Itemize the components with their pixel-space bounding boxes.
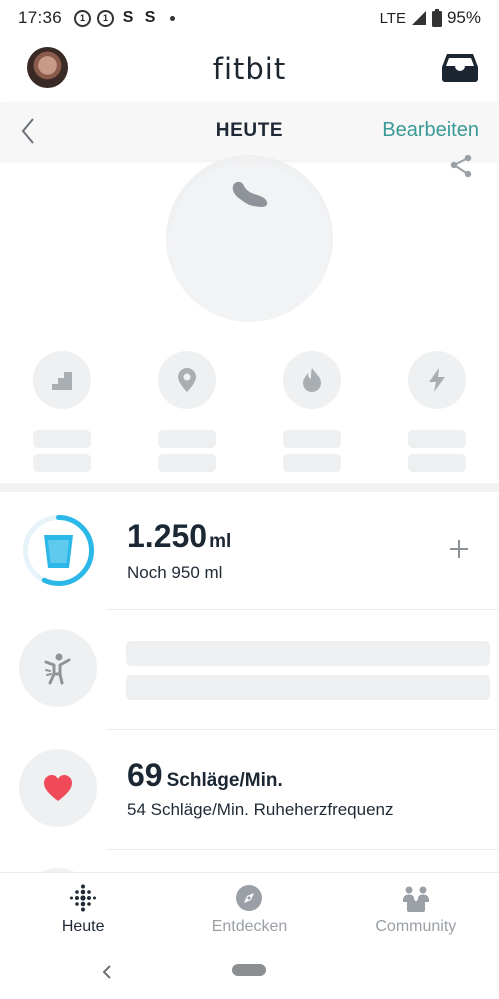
- heart-icon: [44, 775, 72, 801]
- stat-circle: [283, 351, 341, 409]
- system-navigation-bar: [0, 945, 499, 999]
- inbox-icon[interactable]: [441, 51, 479, 83]
- page-title: HEUTE: [215, 120, 284, 141]
- status-time: 17:36: [18, 8, 63, 27]
- bottom-navigation: Heute Entdecken Community: [0, 872, 499, 945]
- app-header: fitbit: [0, 36, 499, 102]
- heart-rate-unit: Schläge/Min.: [166, 770, 283, 791]
- tile-divider: [106, 609, 499, 610]
- stat-circle: [33, 351, 91, 409]
- heart-rate-value: 69 Schläge/Min.: [127, 757, 283, 794]
- stat-circle: [408, 351, 466, 409]
- user-avatar[interactable]: [27, 47, 68, 88]
- loading-placeholder: [158, 430, 216, 448]
- stat-floors[interactable]: [33, 351, 93, 409]
- heart-rate-number: 69: [127, 757, 163, 793]
- loading-placeholder: [408, 430, 466, 448]
- loading-placeholder: [158, 454, 216, 472]
- more-notifications-dot: [170, 15, 176, 21]
- loading-placeholder: [283, 454, 341, 472]
- water-unit: ml: [209, 531, 232, 552]
- edit-button[interactable]: Bearbeiten: [382, 119, 479, 142]
- nav-label: Entdecken: [211, 918, 288, 935]
- s-icon: S: [144, 9, 156, 26]
- stat-distance[interactable]: [158, 351, 218, 409]
- tagesschau-icon: 1: [74, 9, 92, 27]
- activity-circle: [19, 629, 97, 707]
- flame-icon: [303, 368, 321, 392]
- tagesschau-icon: 1: [97, 9, 115, 27]
- status-bar: 17:36 1 1 S S LTE 95%: [0, 0, 499, 36]
- water-remaining: Noch 950 ml: [127, 563, 223, 582]
- s-icon: S: [122, 9, 134, 26]
- active-person-icon: [44, 653, 71, 685]
- heart-circle: [19, 749, 97, 827]
- status-right: LTE 95%: [380, 8, 481, 28]
- tile-divider: [106, 849, 499, 850]
- water-value: 1.250 ml: [127, 518, 231, 555]
- notification-icons: 1 1 S S: [74, 9, 176, 27]
- network-label: LTE: [379, 9, 406, 27]
- water-progress-ring: [23, 515, 94, 586]
- stat-calories[interactable]: [283, 351, 343, 409]
- nav-community[interactable]: Community: [333, 873, 499, 945]
- back-chevron-icon[interactable]: [18, 116, 38, 146]
- fitbit-dots-icon: [68, 884, 98, 912]
- water-amount: 1.250: [127, 518, 208, 554]
- tile-divider: [106, 729, 499, 730]
- system-back-icon[interactable]: [100, 962, 114, 982]
- loading-placeholder: [33, 430, 91, 448]
- loading-placeholder: [126, 641, 490, 666]
- add-water-button[interactable]: [447, 537, 471, 561]
- battery-percent: 95%: [446, 8, 481, 27]
- loading-placeholder: [408, 454, 466, 472]
- compass-icon: [234, 884, 264, 912]
- share-icon[interactable]: [449, 155, 473, 179]
- resting-heart-rate: 54 Schläge/Min. Ruheherzfrequenz: [127, 800, 394, 819]
- stat-circle: [158, 351, 216, 409]
- nav-heute[interactable]: Heute: [0, 873, 166, 945]
- system-home-pill[interactable]: [232, 964, 266, 976]
- section-divider: [0, 483, 499, 492]
- loading-placeholder: [126, 675, 490, 700]
- nav-label: Community: [375, 918, 457, 935]
- location-pin-icon: [178, 368, 196, 392]
- signal-icon: [411, 11, 426, 25]
- loading-placeholder: [33, 454, 91, 472]
- nav-label: Heute: [61, 918, 105, 935]
- community-icon: [401, 884, 431, 912]
- fitbit-logo: fitbit: [212, 52, 287, 86]
- loading-placeholder: [283, 430, 341, 448]
- water-glass-icon: [44, 535, 73, 568]
- lightning-icon: [429, 368, 445, 392]
- battery-icon: [431, 9, 442, 27]
- shoe-icon: [232, 181, 268, 207]
- stat-active-minutes[interactable]: [408, 351, 468, 409]
- subheader: HEUTE Bearbeiten: [0, 102, 499, 160]
- stairs-icon: [52, 372, 72, 390]
- nav-entdecken[interactable]: Entdecken: [166, 873, 332, 945]
